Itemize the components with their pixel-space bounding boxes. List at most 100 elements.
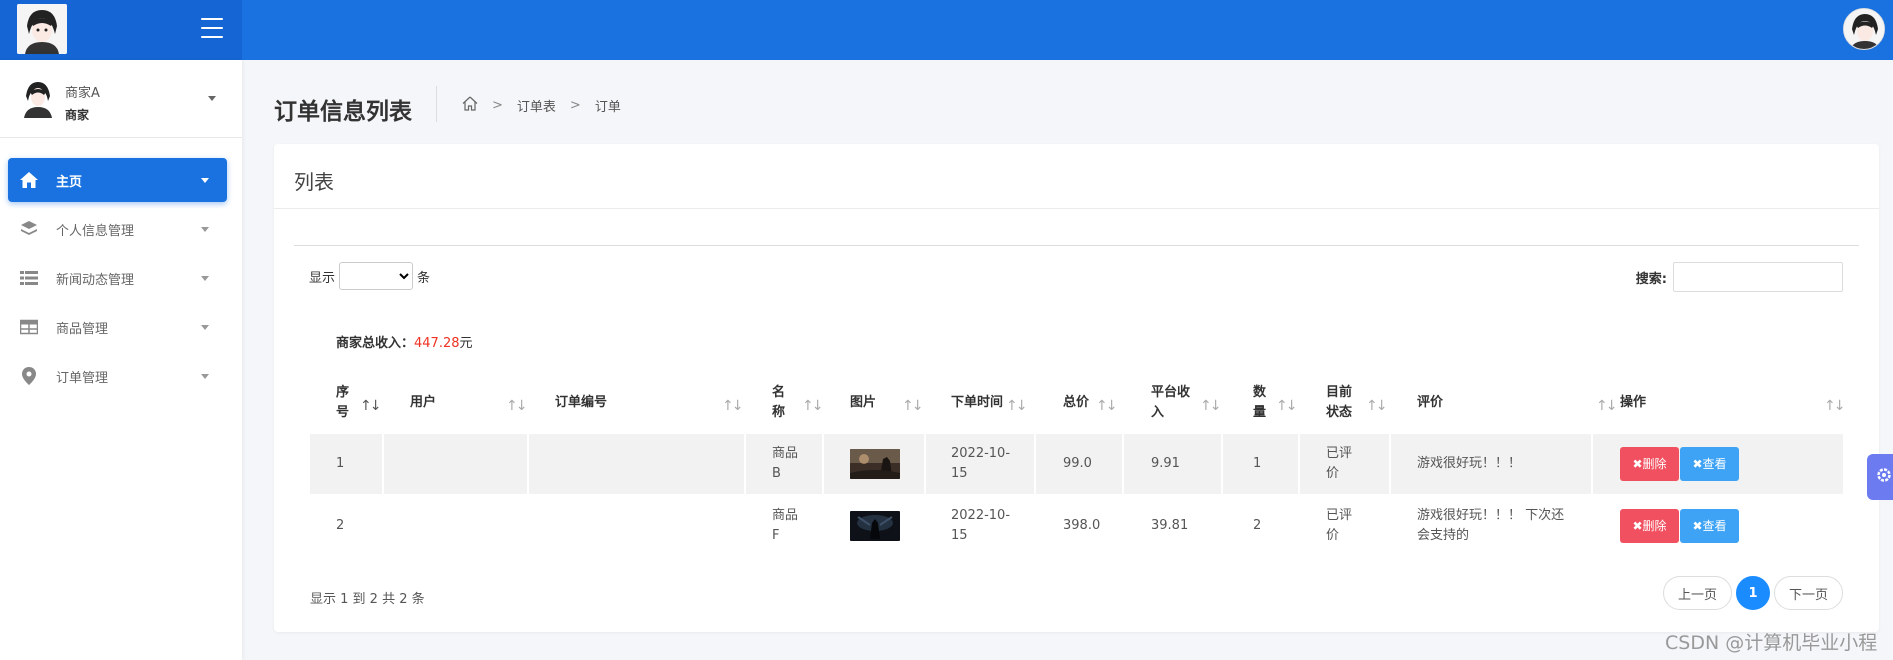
cell-name: 商品F — [772, 508, 799, 543]
length-prefix: 显示 — [309, 270, 336, 286]
table-header: 序号 ↑↓ 用户 ↑↓ 订单编号 ↑↓ 名称 ↑↓ 图片 ↑↓ 下单时间 ↑↓ … — [310, 372, 1846, 434]
column-header[interactable]: 名称 — [772, 372, 792, 434]
view-button[interactable]: ✖ 查看 — [1680, 447, 1739, 481]
user-avatar[interactable] — [1843, 8, 1885, 50]
user-panel[interactable]: 商家A 商家 — [0, 60, 242, 138]
sort-icon[interactable]: ↑↓ — [902, 398, 924, 414]
sort-icon[interactable]: ↑↓ — [1276, 398, 1298, 414]
column-header[interactable]: 用户 — [410, 372, 436, 434]
cell-index: 2 — [336, 518, 345, 533]
cell-status: 已评价 — [1326, 446, 1353, 481]
sidebar-avatar — [20, 78, 56, 118]
close-icon: ✖ — [1692, 519, 1703, 533]
cell-time: 2022-10-15 — [951, 508, 1011, 543]
column-header[interactable]: 数量 — [1253, 372, 1273, 434]
cell-status: 已评价 — [1326, 508, 1353, 543]
page-button-current[interactable]: 1 — [1735, 576, 1770, 610]
location-pin-icon — [18, 365, 40, 387]
cell-platform-income: 9.91 — [1151, 456, 1180, 471]
sort-icon[interactable]: ↑↓ — [1596, 398, 1618, 414]
column-header[interactable]: 订单编号 — [555, 372, 607, 434]
income-label: 商家总收入： — [336, 336, 415, 351]
product-image[interactable] — [850, 449, 900, 479]
orders-table: 序号 ↑↓ 用户 ↑↓ 订单编号 ↑↓ 名称 ↑↓ 图片 ↑↓ 下单时间 ↑↓ … — [310, 372, 1846, 543]
sidebar-item-label: 主页 — [56, 174, 83, 190]
chevron-down-icon — [201, 226, 209, 232]
column-header[interactable]: 图片 — [850, 372, 876, 434]
column-header[interactable]: 序号 — [336, 372, 356, 434]
sort-icon[interactable]: ↑↓ — [1200, 398, 1222, 414]
layers-icon — [18, 218, 40, 240]
chevron-down-icon — [201, 324, 209, 330]
sort-icon[interactable]: ↑↓ — [1366, 398, 1388, 414]
cell-quantity: 1 — [1253, 456, 1262, 471]
chevron-down-icon — [201, 275, 209, 281]
cell-name: 商品B — [772, 446, 799, 481]
cell-total: 398.0 — [1063, 518, 1101, 533]
cell-total: 99.0 — [1063, 456, 1092, 471]
logo[interactable] — [17, 4, 67, 54]
brand-area — [0, 0, 242, 60]
sidebar-item-home[interactable]: 主页 — [8, 158, 227, 202]
column-header[interactable]: 总价 — [1063, 372, 1089, 434]
page-title: 订单信息列表 — [274, 99, 412, 125]
prev-page-button[interactable]: 上一页 — [1662, 576, 1732, 610]
search-control: 搜索: — [1636, 262, 1843, 292]
watermark: CSDN @计算机毕业小程 — [1665, 632, 1878, 654]
income-unit: 元 — [459, 336, 473, 351]
chevron-right-icon: > — [492, 98, 503, 113]
chevron-right-icon: > — [569, 98, 581, 113]
settings-tab[interactable] — [1867, 454, 1893, 500]
chevron-down-icon — [201, 177, 209, 183]
cell-time: 2022-10-15 — [951, 446, 1011, 481]
column-header[interactable]: 平台收入 — [1151, 372, 1199, 434]
sort-icon[interactable]: ↑↓ — [1096, 398, 1118, 414]
breadcrumb-item[interactable]: 订单表 — [517, 96, 556, 115]
sort-asc-icon[interactable]: ↑↓ — [360, 398, 382, 414]
chevron-down-icon — [201, 373, 209, 379]
sidebar-item-profile[interactable]: 个人信息管理 — [8, 207, 227, 251]
breadcrumb-item: 订单 — [594, 100, 621, 115]
sidebar-item-products[interactable]: 商品管理 — [8, 305, 227, 349]
card-title: 列表 — [294, 170, 334, 194]
page-length-select[interactable] — [339, 262, 414, 290]
delete-button[interactable]: ✖ 删除 — [1620, 447, 1679, 481]
column-header[interactable]: 操作 — [1620, 372, 1646, 434]
chevron-down-icon[interactable] — [208, 96, 216, 101]
sidebar: 商家A 商家 主页 个人信息管理 新闻动态管理 商品管理 订单管理 — [0, 60, 242, 660]
sidebar-item-news[interactable]: 新闻动态管理 — [8, 256, 227, 300]
sort-icon[interactable]: ↑↓ — [802, 398, 824, 414]
close-icon: ✖ — [1632, 519, 1643, 533]
hamburger-menu-icon[interactable] — [201, 18, 223, 38]
sort-icon[interactable]: ↑↓ — [722, 398, 744, 414]
next-page-button[interactable]: 下一页 — [1773, 576, 1843, 610]
delete-button[interactable]: ✖ 删除 — [1620, 509, 1679, 543]
top-navbar — [0, 0, 1893, 60]
sort-icon[interactable]: ↑↓ — [1006, 398, 1028, 414]
column-header[interactable]: 下单时间 — [951, 372, 1003, 434]
sort-icon[interactable]: ↑↓ — [1824, 398, 1846, 414]
search-input[interactable] — [1673, 262, 1843, 292]
table-info: 显示 1 到 2 共 2 条 — [310, 592, 425, 607]
table-icon — [18, 316, 40, 338]
column-header[interactable]: 评价 — [1417, 372, 1443, 434]
user-role: 商家 — [65, 108, 90, 122]
table-row: 1 商品B 2022-10-15 99.0 9.91 1 已评价 游戏很好玩！！… — [310, 434, 1843, 494]
cell-platform-income: 39.81 — [1151, 518, 1189, 533]
sidebar-item-orders[interactable]: 订单管理 — [8, 354, 227, 398]
cell-index: 1 — [336, 456, 345, 471]
column-header[interactable]: 目前状态 — [1326, 372, 1360, 434]
home-icon[interactable] — [462, 96, 478, 115]
search-label: 搜索: — [1635, 271, 1667, 287]
sort-icon[interactable]: ↑↓ — [506, 398, 528, 414]
sidebar-item-label: 订单管理 — [56, 370, 109, 386]
view-button[interactable]: ✖ 查看 — [1680, 509, 1739, 543]
cell-quantity: 2 — [1253, 518, 1262, 533]
divider — [274, 208, 1879, 209]
product-image[interactable] — [850, 511, 900, 541]
cell-actions: ✖ 删除 ✖ 查看 — [1620, 496, 1739, 556]
sidebar-item-label: 商品管理 — [56, 321, 109, 337]
breadcrumb: > 订单表 > 订单 — [462, 96, 621, 115]
pagination: 上一页 1 下一页 — [1662, 576, 1843, 610]
close-icon: ✖ — [1692, 457, 1703, 471]
